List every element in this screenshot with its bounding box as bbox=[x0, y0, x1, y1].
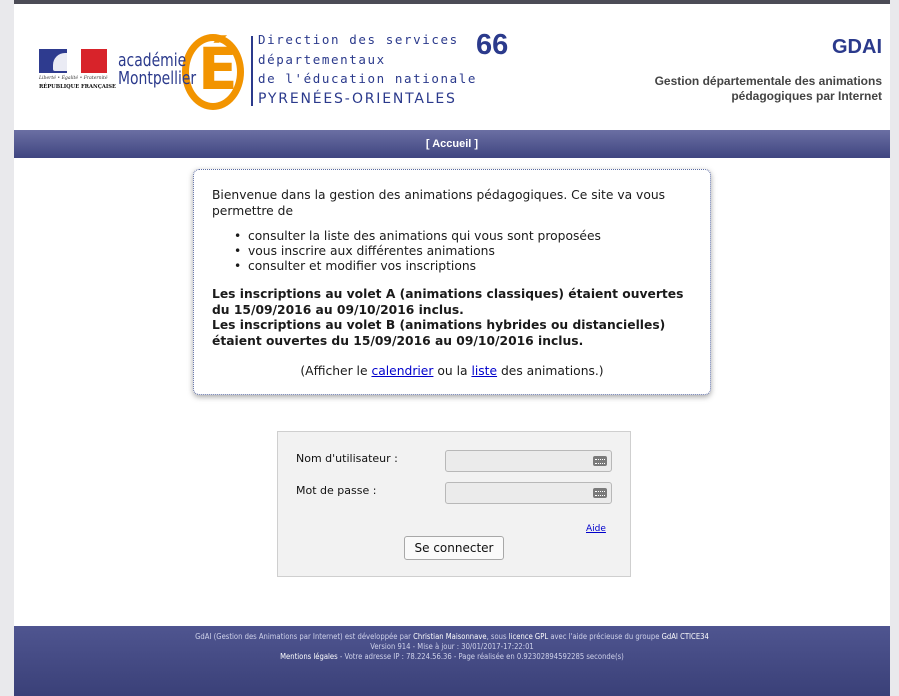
keyboard-icon[interactable] bbox=[593, 488, 607, 498]
direction-line-1: Direction des services bbox=[258, 32, 459, 47]
list-link[interactable]: liste bbox=[471, 364, 497, 378]
group-link[interactable]: GdAI CTICE34 bbox=[662, 632, 709, 641]
legal-link[interactable]: Mentions légales bbox=[280, 652, 338, 661]
links-prefix: (Afficher le bbox=[300, 364, 372, 378]
password-input[interactable] bbox=[445, 482, 612, 504]
login-button[interactable]: Se connecter bbox=[404, 536, 504, 560]
footer-line-3: Mentions légales - Votre adresse IP : 78… bbox=[14, 652, 890, 662]
list-item: consulter la liste des animations qui vo… bbox=[234, 229, 692, 244]
help-link[interactable]: Aide bbox=[586, 524, 606, 534]
academie-city: Montpellier bbox=[118, 68, 197, 89]
app-name: GDAI bbox=[832, 36, 882, 58]
licence-link[interactable]: licence GPL bbox=[509, 632, 548, 641]
rf-motto: Liberté • Égalité • Fraternité bbox=[39, 76, 108, 81]
direction-line-2: départementaux bbox=[258, 51, 386, 67]
username-input[interactable] bbox=[445, 450, 612, 472]
list-item: vous inscrire aux différentes animations bbox=[234, 244, 692, 259]
login-form: Nom d'utilisateur : Mot de passe : Aide … bbox=[277, 431, 631, 577]
notice-volet-b: Les inscriptions au volet B (animations … bbox=[212, 318, 666, 348]
welcome-box: Bienvenue dans la gestion des animations… bbox=[193, 169, 711, 395]
footer-text: GdAI (Gestion des Animations par Interne… bbox=[195, 632, 414, 641]
rf-name: RÉPUBLIQUE FRANÇAISE bbox=[39, 84, 116, 90]
keyboard-icon[interactable] bbox=[593, 456, 607, 466]
links-suffix: des animations.) bbox=[497, 364, 604, 378]
display-links: (Afficher le calendrier ou la liste des … bbox=[212, 364, 692, 378]
page: Liberté • Égalité • Fraternité RÉPUBLIQU… bbox=[14, 4, 890, 696]
home-link[interactable]: [ Accueil ] bbox=[426, 138, 478, 150]
republique-francaise-logo: Liberté • Égalité • Fraternité RÉPUBLIQU… bbox=[39, 49, 116, 93]
direction-title: Direction des services départementaux de… bbox=[258, 30, 477, 109]
department-number: 66 bbox=[476, 29, 509, 61]
app-subtitle: Gestion départementale des animations pé… bbox=[655, 74, 882, 104]
registration-notice: Les inscriptions au volet A (animations … bbox=[212, 287, 692, 349]
list-item: consulter et modifier vos inscriptions bbox=[234, 259, 692, 274]
calendar-link[interactable]: calendrier bbox=[371, 364, 433, 378]
notice-volet-a: Les inscriptions au volet A (animations … bbox=[212, 287, 684, 317]
department-name: PYRENÉES-ORIENTALES bbox=[258, 90, 457, 107]
app-subtitle-line-2: pédagogiques par Internet bbox=[731, 89, 882, 103]
app-subtitle-line-1: Gestion départementale des animations bbox=[654, 74, 882, 88]
academie-montpellier-logo: É académie Montpellier bbox=[118, 24, 248, 114]
footer-version: Version 914 - Mise à jour : 30/01/2017-1… bbox=[370, 642, 534, 651]
footer-ip-info: - Votre adresse IP : 78.224.56.36 - Page… bbox=[337, 652, 624, 661]
footer: GdAI (Gestion des Animations par Interne… bbox=[14, 626, 890, 696]
password-label: Mot de passe : bbox=[296, 484, 377, 497]
author-link[interactable]: Christian Maisonnave bbox=[413, 632, 486, 641]
logo-separator bbox=[251, 36, 253, 106]
welcome-intro: Bienvenue dans la gestion des animations… bbox=[212, 188, 666, 218]
marianne-icon bbox=[53, 53, 77, 71]
academie-letter: É bbox=[198, 35, 238, 103]
footer-line-1: GdAI (Gestion des Animations par Interne… bbox=[14, 632, 890, 642]
footer-text: avec l'aide précieuse du groupe bbox=[548, 632, 662, 641]
direction-line-3: de l'éducation nationale bbox=[258, 71, 478, 86]
header: Liberté • Égalité • Fraternité RÉPUBLIQU… bbox=[14, 4, 890, 130]
nav-bar: [ Accueil ] bbox=[14, 130, 890, 158]
footer-text: , sous bbox=[486, 632, 509, 641]
feature-list: consulter la liste des animations qui vo… bbox=[234, 229, 692, 274]
username-label: Nom d'utilisateur : bbox=[296, 452, 398, 465]
links-middle: ou la bbox=[433, 364, 472, 378]
